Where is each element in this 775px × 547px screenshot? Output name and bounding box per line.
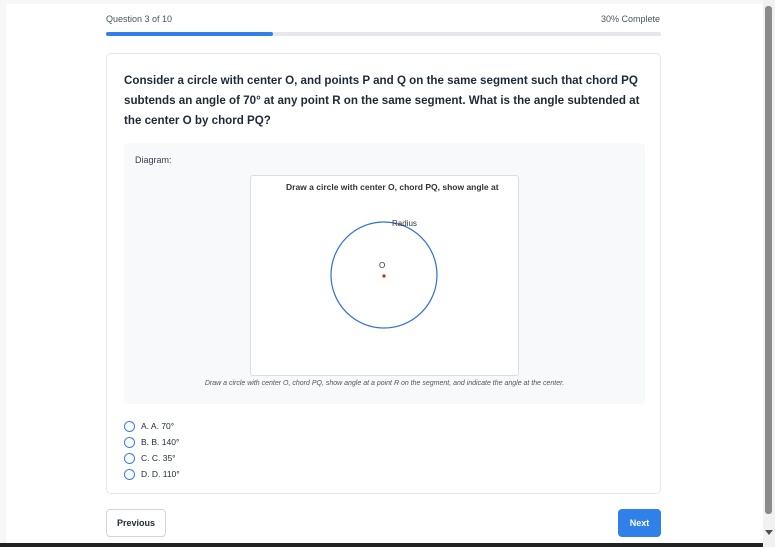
question-counter: Question 3 of 10 xyxy=(106,14,173,24)
option-label: D. D. 110° xyxy=(141,469,180,479)
question-text: Consider a circle with center O, and poi… xyxy=(124,74,640,127)
center-point xyxy=(382,274,386,278)
vertical-scrollbar[interactable] xyxy=(763,0,775,547)
diagram-caption: Draw a circle with center O, chord PQ, s… xyxy=(204,380,565,387)
progress-bar-fill xyxy=(106,32,273,36)
diagram-panel: Draw a circle with center O, chord PQ, s… xyxy=(250,175,519,376)
option-label: A. A. 70° xyxy=(141,421,175,431)
center-label: O xyxy=(379,261,385,270)
next-button[interactable]: Next xyxy=(618,509,661,537)
radio-button[interactable] xyxy=(124,452,135,464)
diagram-figure: O Radius xyxy=(330,219,438,329)
option-d[interactable]: D. D. 110° xyxy=(124,466,180,482)
diagram-section: Diagram: Draw a circle with center O, ch… xyxy=(124,143,645,404)
answer-options: A. A. 70° B. B. 140° C. C. 35° D. D. 110… xyxy=(124,418,180,482)
option-c[interactable]: C. C. 35° xyxy=(124,450,180,466)
option-b[interactable]: B. B. 140° xyxy=(124,434,180,450)
progress-percent: 30% Complete xyxy=(600,14,660,24)
bottom-edge xyxy=(0,543,763,547)
scroll-down-arrow-icon[interactable] xyxy=(765,530,773,535)
option-label: B. B. 140° xyxy=(141,437,180,447)
option-label: C. C. 35° xyxy=(141,453,176,463)
option-a[interactable]: A. A. 70° xyxy=(124,418,180,434)
diagram-label: Diagram: xyxy=(135,155,172,165)
progress-bar xyxy=(106,32,661,36)
radio-button[interactable] xyxy=(124,468,135,480)
radio-button[interactable] xyxy=(124,420,135,432)
radio-button[interactable] xyxy=(124,436,135,448)
radius-label: Radius xyxy=(392,219,417,228)
question-card: Consider a circle with center O, and poi… xyxy=(106,53,661,494)
scrollbar-thumb[interactable] xyxy=(765,6,772,514)
previous-button[interactable]: Previous xyxy=(106,509,166,537)
